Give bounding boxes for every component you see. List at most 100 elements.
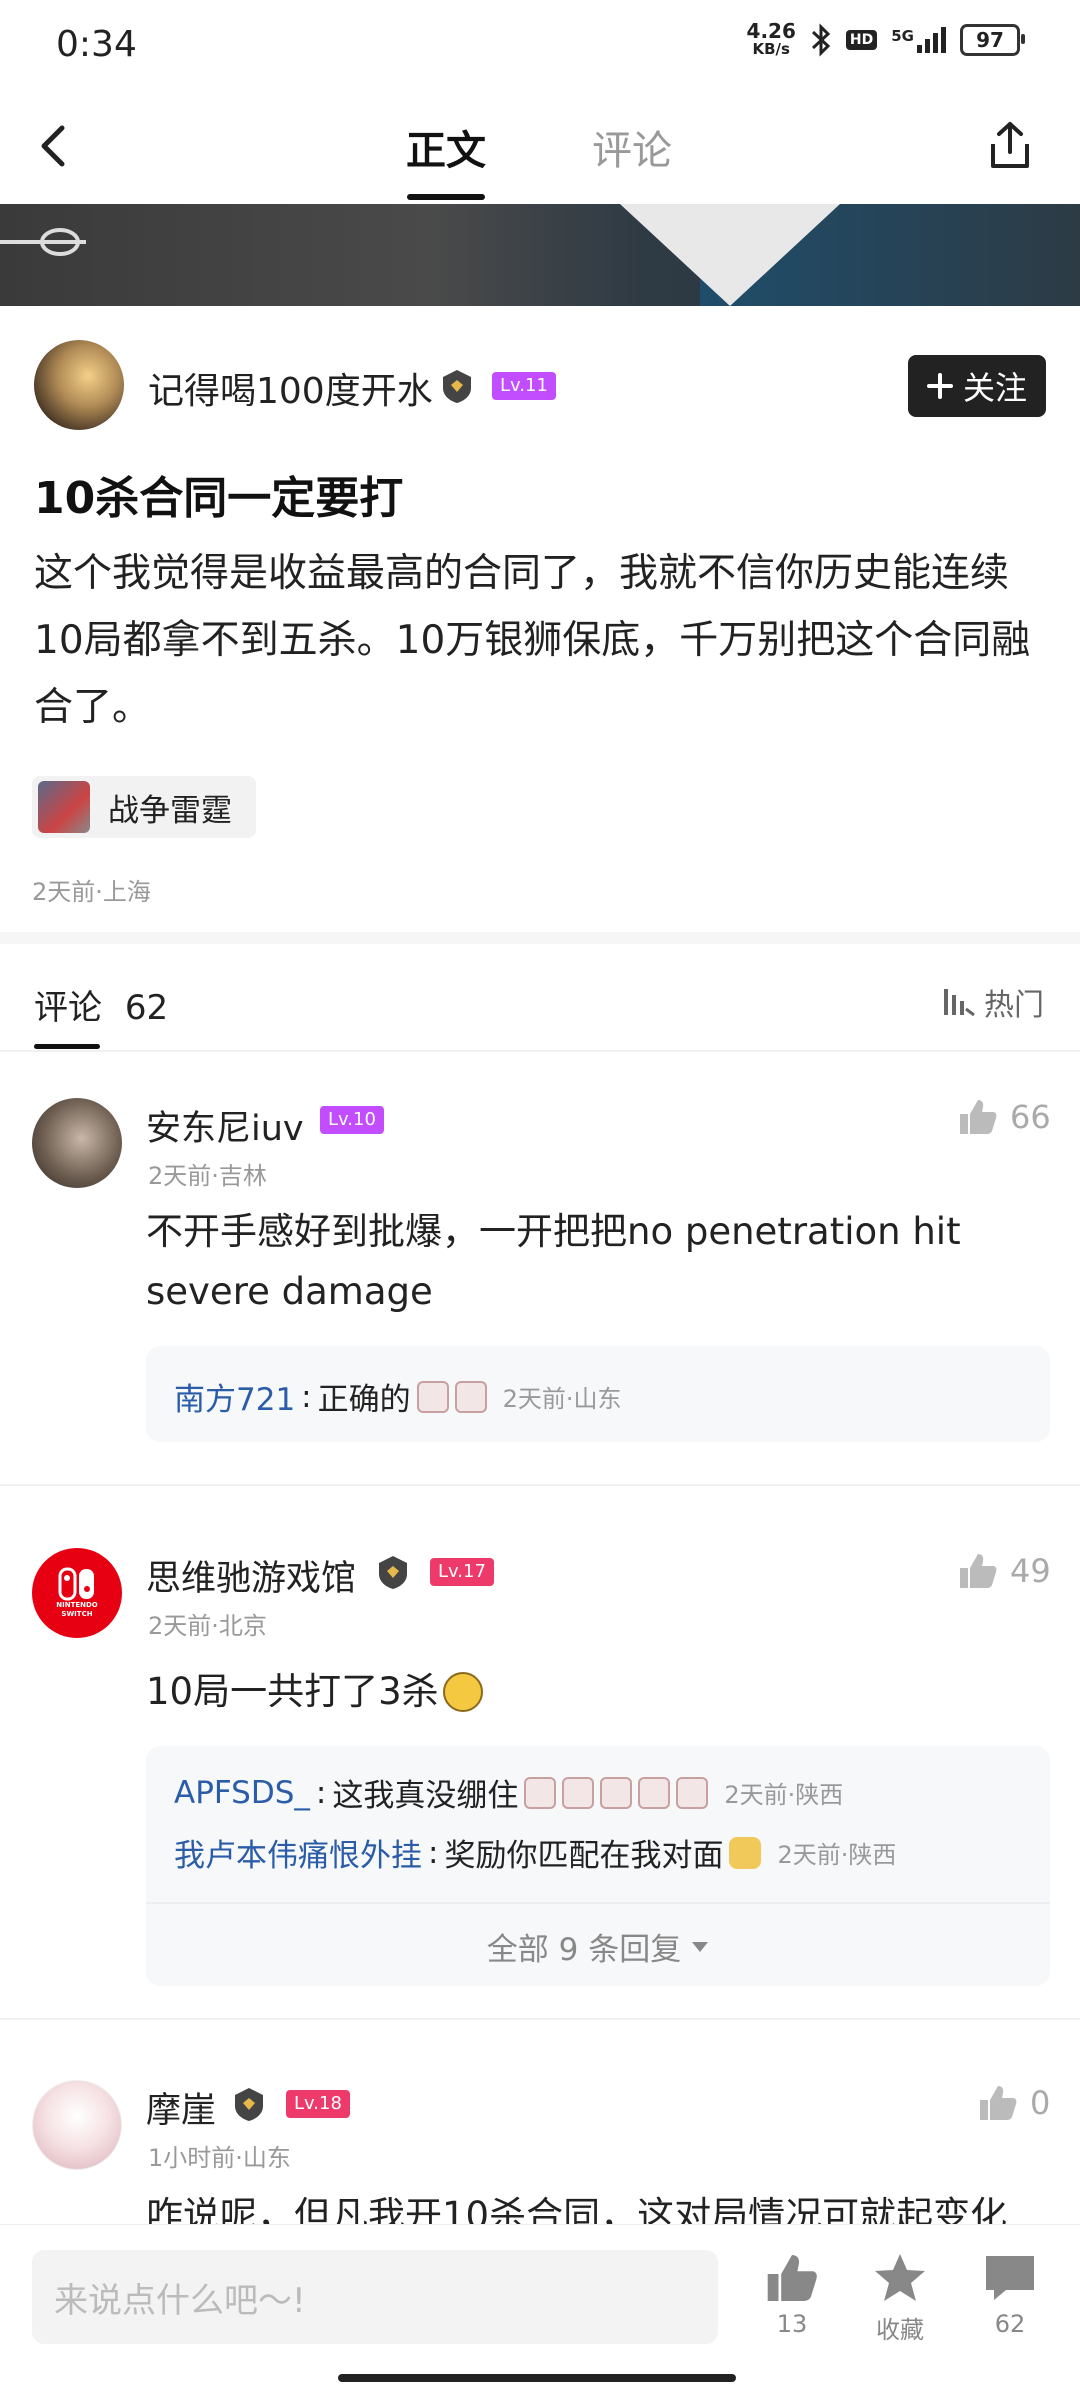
battery-level: 97 bbox=[976, 28, 1004, 52]
level-badge: Lv.11 bbox=[492, 372, 556, 400]
follow-button[interactable]: 关注 bbox=[908, 355, 1046, 417]
verified-shield-icon bbox=[443, 370, 471, 403]
reply-meta: 2天前·陕西 bbox=[724, 1781, 844, 1809]
caret-down-icon bbox=[692, 1941, 709, 1952]
sort-hot-button[interactable]: 热门 bbox=[940, 980, 1044, 1024]
divider bbox=[0, 1050, 1080, 1052]
favorite-label: 收藏 bbox=[876, 2316, 924, 2344]
comments-label: 评论 bbox=[34, 988, 102, 1028]
status-bar: 0:34 4.26 KB/s HD 5G 97 bbox=[0, 0, 1080, 100]
reply-user[interactable]: 我卢本伟痛恨外挂 bbox=[174, 1830, 422, 1875]
comment-meta: 2天前·北京 bbox=[148, 1612, 267, 1640]
comment-text: 10局一共打了3杀 bbox=[146, 1670, 439, 1713]
commenter-avatar[interactable] bbox=[32, 1098, 122, 1188]
like-post-button[interactable]: 13 bbox=[752, 2252, 832, 2338]
verified-shield-icon bbox=[379, 1556, 407, 1589]
sort-label: 热门 bbox=[984, 988, 1044, 1023]
emoji-sticker-icon bbox=[524, 1776, 557, 1809]
back-button[interactable] bbox=[30, 118, 80, 174]
star-icon bbox=[875, 2254, 925, 2301]
status-time: 0:34 bbox=[56, 24, 137, 65]
cell-signal-icon: 5G bbox=[891, 27, 946, 53]
sort-icon bbox=[944, 989, 975, 1017]
emoji-sticker-icon bbox=[676, 1776, 709, 1809]
post-image[interactable] bbox=[0, 204, 1080, 306]
tab-body[interactable]: 正文 bbox=[406, 118, 486, 176]
tab-comments[interactable]: 评论 bbox=[592, 118, 672, 176]
level-badge: Lv.17 bbox=[430, 1558, 494, 1586]
comment-input[interactable]: 来说点什么吧～! bbox=[32, 2250, 718, 2344]
emoji-sticker-icon bbox=[638, 1776, 671, 1809]
net-speed-unit: KB/s bbox=[752, 40, 790, 58]
comment-text: 咋说呢，但凡我开10杀合同，这对局情况可就起变化 bbox=[146, 2194, 1008, 2226]
reply-user[interactable]: 南方721 bbox=[174, 1374, 295, 1419]
reply-line: 南方721: 正确的 2天前·山东 bbox=[174, 1374, 622, 1419]
emoji-sticker-icon bbox=[600, 1776, 633, 1809]
post-title: 10杀合同一定要打 bbox=[34, 473, 404, 524]
emoji-sticker-icon bbox=[454, 1380, 487, 1413]
reply-box[interactable]: 南方721: 正确的 2天前·山东 bbox=[146, 1346, 1050, 1442]
author-name[interactable]: 记得喝100度开水 bbox=[148, 362, 433, 414]
like-post-count: 13 bbox=[776, 2310, 808, 2338]
tab-indicator bbox=[407, 194, 485, 200]
commenter-name[interactable]: 安东尼iuv bbox=[146, 1100, 304, 1151]
chevron-left-icon bbox=[41, 125, 65, 167]
level-badge: Lv.10 bbox=[320, 1106, 384, 1134]
topic-tag[interactable]: 战争雷霆 bbox=[32, 776, 256, 838]
reply-box[interactable]: APFSDS_: 这我真没绷住 2天前·陕西 我卢本伟痛恨外挂: 奖励你匹配在我… bbox=[146, 1746, 1050, 1986]
commenter-avatar[interactable]: NINTENDO SWITCH bbox=[32, 1548, 122, 1638]
thumbs-up-icon bbox=[767, 2255, 817, 2301]
hd-icon: HD bbox=[845, 30, 878, 50]
cat-emoji-icon bbox=[729, 1836, 762, 1869]
bluetooth-icon bbox=[811, 23, 831, 57]
comments-tab-indicator bbox=[34, 1044, 100, 1049]
comment-text-row: 10局一共打了3杀 bbox=[146, 1662, 483, 1722]
like-count: 66 bbox=[1010, 1098, 1051, 1136]
post-body: 这个我觉得是收益最高的合同了，我就不信你历史能连续10局都拿不到五杀。10万银狮… bbox=[34, 551, 1031, 730]
battery-icon: 97 bbox=[960, 24, 1025, 56]
like-button[interactable]: 66 bbox=[958, 1098, 1051, 1136]
section-divider bbox=[0, 932, 1080, 944]
reply-text: 这我真没绷住 bbox=[332, 1778, 519, 1814]
comment-button[interactable]: 62 bbox=[970, 2252, 1050, 2338]
favorite-button[interactable]: 收藏 bbox=[860, 2252, 940, 2345]
verified-shield-icon bbox=[235, 2088, 263, 2121]
author-avatar[interactable] bbox=[34, 340, 124, 430]
comment-count: 62 bbox=[994, 2310, 1026, 2338]
reply-user[interactable]: APFSDS_ bbox=[174, 1775, 310, 1811]
emoji-sticker-icon bbox=[416, 1380, 449, 1413]
like-button[interactable]: 49 bbox=[958, 1552, 1051, 1590]
view-all-replies-label: 全部 9 条回复 bbox=[486, 1932, 682, 1968]
commenter-name[interactable]: 摩崖 bbox=[146, 2082, 216, 2133]
reply-meta: 2天前·山东 bbox=[502, 1385, 622, 1413]
reply-line: APFSDS_: 这我真没绷住 2天前·陕西 bbox=[174, 1770, 843, 1815]
comments-header[interactable]: 评论 62 bbox=[34, 980, 168, 1029]
status-icons: 4.26 KB/s HD 5G 97 bbox=[746, 19, 1025, 58]
thumbs-up-icon bbox=[960, 1554, 997, 1588]
home-indicator[interactable] bbox=[338, 2374, 736, 2382]
view-all-replies-button[interactable]: 全部 9 条回复 bbox=[146, 1924, 1050, 1969]
crying-emoji-icon bbox=[442, 1672, 483, 1712]
comment-bubble-icon bbox=[986, 2256, 1034, 2300]
level-badge: Lv.18 bbox=[286, 2090, 350, 2118]
network-speed: 4.26 KB/s bbox=[746, 19, 796, 58]
plus-icon bbox=[926, 373, 953, 399]
logo-mark-icon bbox=[0, 228, 86, 256]
divider bbox=[0, 1484, 1080, 1486]
commenter-avatar[interactable] bbox=[32, 2080, 122, 2170]
comment-text: 不开手感好到批爆，一开把把no penetration hit severe d… bbox=[146, 1210, 961, 1313]
signal-type: 5G bbox=[891, 27, 914, 45]
topic-label: 战争雷霆 bbox=[108, 792, 232, 829]
share-button[interactable] bbox=[985, 118, 1035, 174]
thumbs-up-icon bbox=[960, 1100, 997, 1134]
reply-line: 我卢本伟痛恨外挂: 奖励你匹配在我对面 2天前·陕西 bbox=[174, 1830, 896, 1875]
comments-count: 62 bbox=[124, 988, 169, 1028]
commenter-name[interactable]: 思维驰游戏馆 bbox=[146, 1550, 356, 1601]
divider bbox=[0, 2018, 1080, 2020]
net-speed-value: 4.26 bbox=[746, 19, 796, 43]
like-button[interactable]: 0 bbox=[978, 2084, 1050, 2122]
emoji-sticker-icon bbox=[562, 1776, 595, 1809]
post-meta: 2天前·上海 bbox=[32, 878, 151, 906]
follow-label: 关注 bbox=[962, 369, 1027, 407]
thumbs-up-icon bbox=[980, 2086, 1017, 2120]
